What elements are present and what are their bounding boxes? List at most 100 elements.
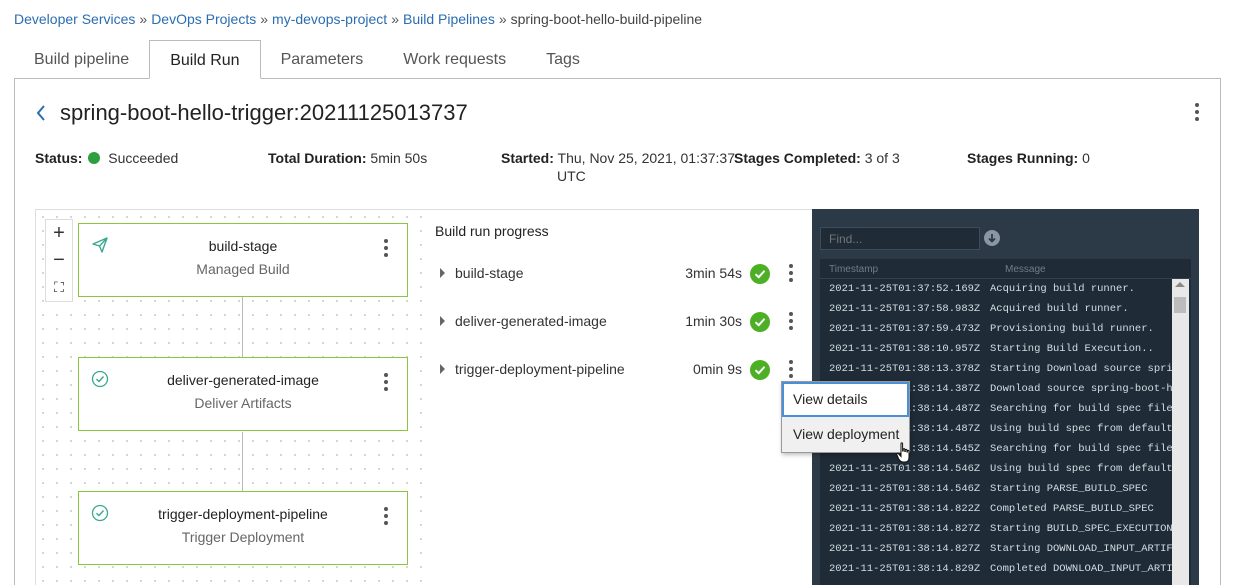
progress-stage-name: trigger-deployment-pipeline <box>455 361 625 377</box>
log-message: Completed DOWNLOAD_INPUT_ARTIF <box>990 563 1172 575</box>
log-search-input[interactable] <box>820 227 980 250</box>
log-message: Provisioning build runner. <box>990 323 1154 335</box>
progress-row-menu-icon[interactable] <box>787 264 795 282</box>
stage-card-build-stage[interactable]: build-stage Managed Build <box>78 223 408 297</box>
progress-row-deliver-generated-image[interactable]: deliver-generated-image 1min 30s <box>440 310 802 334</box>
stage-actions-menu-icon[interactable] <box>382 507 390 525</box>
log-scrollbar[interactable] <box>1172 279 1189 585</box>
duration-field: Total Duration: 5min 50s <box>268 149 427 167</box>
stage-name: build-stage <box>208 238 278 254</box>
stage-card-deliver-generated-image[interactable]: deliver-generated-image Deliver Artifact… <box>78 357 408 431</box>
progress-row-menu-icon[interactable] <box>787 360 795 378</box>
success-check-icon <box>750 360 770 380</box>
zoom-in-button[interactable]: + <box>46 220 72 247</box>
started-value: Thu, Nov 25, 2021, 01:37:37 <box>557 150 736 166</box>
breadcrumb-separator: » <box>260 11 269 27</box>
stages-completed-label: Stages Completed: <box>734 150 861 166</box>
log-row: 2021-11-25T01:38:14.546Z Starting PARSE_B… <box>820 479 1172 499</box>
log-col-message[interactable]: Message <box>1005 264 1046 275</box>
stages-running-label: Stages Running: <box>967 150 1079 166</box>
tab-work-requests[interactable]: Work requests <box>383 40 526 79</box>
scrollbar-thumb[interactable] <box>1174 297 1186 313</box>
breadcrumb-devops-projects[interactable]: DevOps Projects <box>151 11 256 27</box>
breadcrumb-build-pipelines[interactable]: Build Pipelines <box>403 11 495 27</box>
stage-name: deliver-generated-image <box>167 372 319 388</box>
progress-stage-name: deliver-generated-image <box>455 313 607 329</box>
run-header: spring-boot-hello-trigger:20211125013737 <box>36 100 468 126</box>
stage-connector <box>242 297 243 357</box>
progress-stage-duration: 1min 30s <box>685 313 742 329</box>
progress-row-build-stage[interactable]: build-stage 3min 54s <box>440 262 802 286</box>
stage-card-trigger-deployment-pipeline[interactable]: trigger-deployment-pipeline Trigger Depl… <box>78 491 408 565</box>
expand-caret-icon[interactable] <box>440 268 445 278</box>
log-row: 2021-11-25T01:38:14.827Z Starting DOWNLOA… <box>820 539 1172 559</box>
log-timestamp: 2021-11-25T01:38:14.827Z <box>829 543 981 555</box>
status-value: Succeeded <box>108 150 179 166</box>
duration-value: 5min 50s <box>370 150 428 166</box>
download-icon[interactable] <box>984 230 1000 246</box>
progress-title: Build run progress <box>435 223 549 239</box>
breadcrumb: Developer Services» DevOps Projects» my-de… <box>14 11 702 27</box>
log-message: Starting DOWNLOAD_INPUT_ARTIFA <box>990 543 1172 555</box>
log-message: Starting BUILD_SPEC_EXECUTION <box>990 523 1172 535</box>
log-timestamp: 2021-11-25T01:37:58.983Z <box>829 303 981 315</box>
log-row: 2021-11-25T01:37:52.169Z Acquiring build … <box>820 279 1172 299</box>
success-check-icon <box>750 312 770 332</box>
tab-bar: Build pipeline Build Run Parameters Work… <box>14 40 600 79</box>
tab-parameters[interactable]: Parameters <box>261 40 384 79</box>
check-circle-outline-icon <box>91 370 109 388</box>
breadcrumb-separator: » <box>139 11 148 27</box>
log-row: 2021-11-25T01:38:14.546Z Using build spec… <box>820 459 1172 479</box>
progress-row-menu-icon[interactable] <box>787 312 795 330</box>
stages-running-field: Stages Running: 0 <box>967 149 1090 167</box>
log-timestamp: 2021-11-25T01:37:59.473Z <box>829 323 981 335</box>
stage-actions-menu-icon[interactable] <box>382 239 390 257</box>
expand-caret-icon[interactable] <box>440 316 445 326</box>
zoom-controls: + − ⛶ <box>45 219 73 302</box>
tab-build-pipeline[interactable]: Build pipeline <box>14 40 149 79</box>
status-success-icon <box>88 152 101 164</box>
log-timestamp: 2021-11-25T01:38:13.378Z <box>829 363 981 375</box>
log-row: 2021-11-25T01:38:10.957Z Starting Build E… <box>820 339 1172 359</box>
log-row: 2021-11-25T01:38:13.378Z Starting Downloa… <box>820 359 1172 379</box>
log-message: Download source spring-boot-he <box>990 383 1172 395</box>
log-timestamp: 2021-11-25T01:38:10.957Z <box>829 343 981 355</box>
chevron-left-icon[interactable] <box>36 105 46 121</box>
status-label: Status: <box>35 150 83 166</box>
menu-item-view-deployment[interactable]: View deployment <box>782 417 909 452</box>
stage-type: Trigger Deployment <box>181 529 305 545</box>
log-timestamp: 2021-11-25T01:38:14.829Z <box>829 563 981 575</box>
stage-type: Deliver Artifacts <box>194 395 292 411</box>
stages-running-value: 0 <box>1082 150 1090 166</box>
log-row: 2021-11-25T01:37:58.983Z Acquired build r… <box>820 299 1172 319</box>
zoom-out-button[interactable]: − <box>46 247 72 274</box>
log-message: Starting PARSE_BUILD_SPEC <box>990 483 1148 495</box>
progress-stage-duration: 3min 54s <box>685 265 742 281</box>
breadcrumb-current: spring-boot-hello-build-pipeline <box>510 11 703 27</box>
stages-completed-field: Stages Completed: 3 of 3 <box>734 149 900 167</box>
log-row: 2021-11-25T01:38:14.822Z Completed PARSE_… <box>820 499 1172 519</box>
log-col-timestamp[interactable]: Timestamp <box>829 264 878 275</box>
log-message: Starting Download source sprin <box>990 363 1172 375</box>
scroll-up-icon[interactable] <box>1175 282 1185 287</box>
stage-actions-menu-icon[interactable] <box>382 373 390 391</box>
log-timestamp: 2021-11-25T01:38:14.827Z <box>829 523 981 535</box>
progress-row-trigger-deployment-pipeline[interactable]: trigger-deployment-pipeline 0min 9s <box>440 358 802 382</box>
log-message: Acquiring build runner. <box>990 283 1135 295</box>
stages-completed-value: 3 of 3 <box>864 150 900 166</box>
tab-build-run[interactable]: Build Run <box>149 40 261 79</box>
progress-stage-duration: 0min 9s <box>692 361 742 377</box>
run-actions-menu-icon[interactable] <box>1193 103 1201 121</box>
started-label: Started: <box>501 150 554 166</box>
stage-type: Managed Build <box>196 261 290 277</box>
breadcrumb-project[interactable]: my-devops-project <box>272 11 387 27</box>
fit-to-screen-button[interactable]: ⛶ <box>46 274 72 301</box>
breadcrumb-developer-services[interactable]: Developer Services <box>14 11 135 27</box>
expand-caret-icon[interactable] <box>440 364 445 374</box>
log-row: 2021-11-25T01:38:14.827Z Starting BUILD_S… <box>820 519 1172 539</box>
started-field: Started: Thu, Nov 25, 2021, 01:37:37 UTC <box>501 149 735 185</box>
tab-tags[interactable]: Tags <box>526 40 600 79</box>
menu-item-view-details[interactable]: View details <box>782 382 909 417</box>
progress-stage-name: build-stage <box>455 265 524 281</box>
status-field: Status: Succeeded <box>35 149 178 167</box>
